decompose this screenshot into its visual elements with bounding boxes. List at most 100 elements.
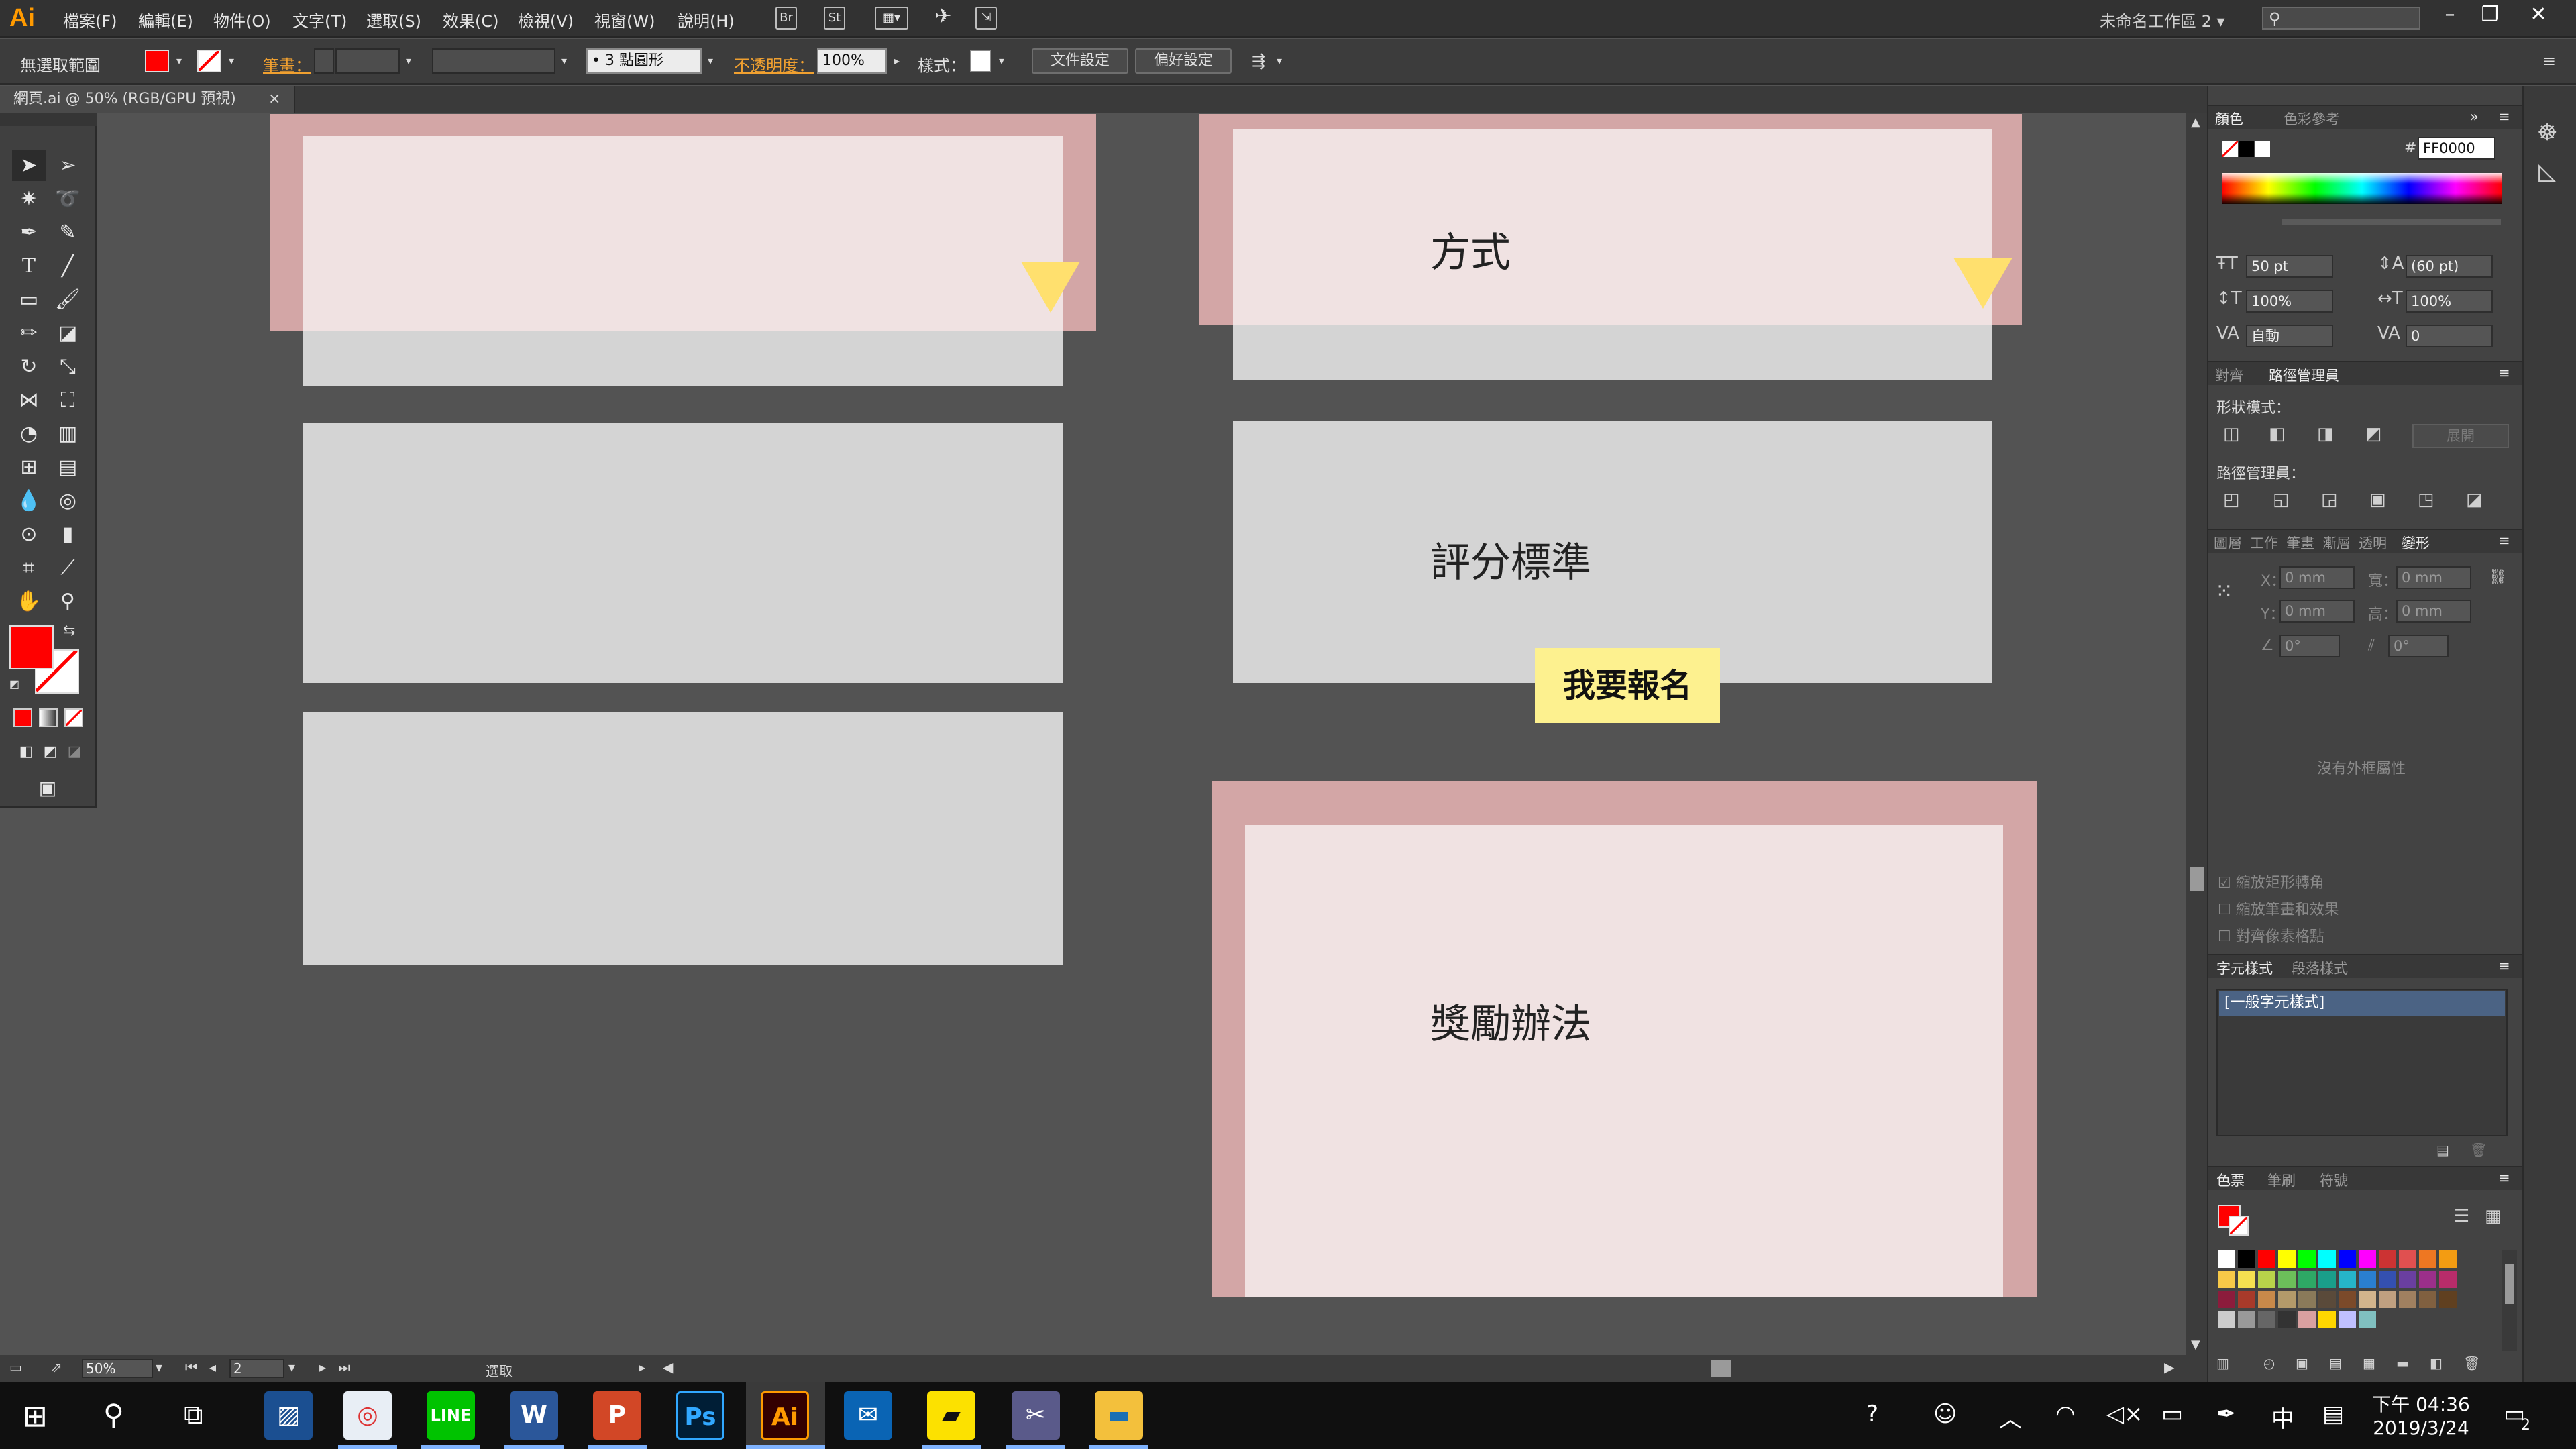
artboard-dropdown-icon[interactable]: ▾	[288, 1359, 295, 1375]
line-app-icon[interactable]: LINE	[427, 1391, 475, 1440]
card-box[interactable]	[1233, 421, 1992, 683]
banner-inner[interactable]	[1233, 129, 1992, 325]
color-swatch[interactable]	[2318, 1271, 2336, 1288]
color-swatch[interactable]	[2278, 1311, 2296, 1328]
stroke-weight-field[interactable]	[335, 48, 400, 74]
tab-paragraph-styles[interactable]: 段落樣式	[2292, 958, 2348, 978]
divide-icon[interactable]: ◰	[2223, 490, 2240, 510]
stroke-panel-link[interactable]: 筆畫：	[263, 52, 311, 76]
prev-artboard-icon[interactable]: ◂	[209, 1359, 216, 1375]
list-view-icon[interactable]: ☰	[2454, 1206, 2469, 1226]
minimize-button[interactable]: –	[2431, 3, 2469, 26]
tab-stroke[interactable]: 筆畫	[2286, 533, 2314, 553]
color-swatch[interactable]	[2419, 1271, 2436, 1288]
task-view-icon[interactable]: ⧉	[184, 1399, 203, 1430]
illustrator-icon[interactable]: Ai	[761, 1391, 809, 1440]
menu-type[interactable]: 文字(T)	[292, 8, 347, 32]
scroll-left-icon[interactable]: ◀	[663, 1359, 673, 1375]
color-swatch[interactable]	[2258, 1271, 2275, 1288]
hand-tool-icon[interactable]: ✋	[12, 586, 46, 617]
artboard-canvas[interactable]: 方式 評分標準 我要報名 獎勵辦法	[98, 113, 2190, 1355]
color-mode-icon[interactable]	[13, 708, 32, 727]
symbol-sprayer-tool-icon[interactable]: ⊙	[12, 519, 46, 550]
opacity-panel-link[interactable]: 不透明度：	[734, 52, 814, 76]
mesh-tool-icon[interactable]: ⊞	[12, 452, 46, 483]
gradient-mode-icon[interactable]	[39, 708, 58, 727]
free-transform-tool-icon[interactable]: ⛶	[51, 385, 85, 416]
color-swatch[interactable]	[2339, 1271, 2356, 1288]
crop-icon[interactable]: ▣	[2369, 490, 2386, 510]
brush-definition[interactable]: • 3 點圓形	[586, 48, 702, 74]
stroke-weight-dropdown-icon[interactable]: ▾	[401, 48, 416, 74]
keyboard-icon[interactable]: ▤	[2322, 1401, 2344, 1428]
checkbox-scale-strokes[interactable]: ☐ 縮放筆畫和效果	[2218, 898, 2339, 919]
tools-panel-header[interactable]	[0, 113, 97, 126]
eyedropper-tool-icon[interactable]: 💧	[12, 486, 46, 517]
scroll-up-icon[interactable]: ▲	[2191, 115, 2200, 129]
color-swatch[interactable]	[2339, 1291, 2356, 1308]
help-tray-icon[interactable]: ?	[1866, 1401, 1878, 1428]
horizontal-scale-field[interactable]: 100%	[2406, 290, 2493, 313]
type-tool-icon[interactable]: T	[12, 251, 46, 282]
swatch-scroll-thumb[interactable]	[2505, 1264, 2514, 1304]
swatch-kind-icon[interactable]: ◴	[2263, 1355, 2275, 1371]
color-swatch[interactable]	[2258, 1311, 2275, 1328]
color-swatch[interactable]	[2298, 1271, 2316, 1288]
tab-pathfinder[interactable]: 路徑管理員	[2269, 365, 2339, 385]
card-title-method[interactable]: 方式	[1430, 220, 1511, 278]
tab-transparency[interactable]: 透明	[2359, 533, 2387, 553]
scroll-right-icon[interactable]: ▶	[2164, 1359, 2174, 1375]
opacity-field[interactable]: 100%	[817, 48, 887, 74]
libraries-icon[interactable]: ◺	[2538, 158, 2556, 185]
color-swatch[interactable]	[2359, 1291, 2376, 1308]
color-themes-icon[interactable]: ☸	[2537, 119, 2557, 146]
tab-brushes[interactable]: 筆刷	[2267, 1170, 2296, 1190]
char-style-item[interactable]: [一般字元樣式]	[2219, 991, 2505, 1016]
arrange-documents-icon[interactable]: ▦▾	[875, 7, 908, 30]
network-app-icon[interactable]: ▨	[264, 1391, 313, 1440]
minus-front-icon[interactable]: ◧	[2269, 424, 2286, 444]
card-box[interactable]	[303, 712, 1063, 965]
gpu-performance-icon[interactable]: ✈	[932, 7, 954, 30]
file-explorer-icon[interactable]: ▬	[1095, 1391, 1143, 1440]
default-colors-icon[interactable]: ◩	[9, 678, 19, 690]
card-title-rewards[interactable]: 獎勵辦法	[1430, 991, 1591, 1050]
color-swatch[interactable]	[2258, 1291, 2275, 1308]
color-swatch[interactable]	[2419, 1291, 2436, 1308]
variable-width-profile[interactable]	[432, 48, 555, 74]
horizontal-scroll-thumb[interactable]	[1711, 1360, 1731, 1377]
color-swatch[interactable]	[2318, 1311, 2336, 1328]
artboard-nav-icon[interactable]: ▭	[9, 1359, 22, 1375]
scale-tool-icon[interactable]: ⤡	[51, 352, 85, 382]
sync-settings-icon[interactable]: ⇲	[975, 7, 997, 30]
tab-color-guide[interactable]: 色彩參考	[2284, 109, 2340, 129]
powerpoint-icon[interactable]: P	[593, 1391, 641, 1440]
magic-wand-tool-icon[interactable]: ✷	[12, 184, 46, 215]
merge-icon[interactable]: ◲	[2321, 490, 2338, 510]
direct-selection-tool-icon[interactable]: ➢	[51, 150, 85, 181]
ime-indicator[interactable]: 中	[2271, 1401, 2294, 1434]
panel-menu-icon[interactable]: ≡	[2498, 958, 2510, 974]
profile-dropdown-icon[interactable]: ▾	[557, 48, 572, 74]
vertical-scrollbar[interactable]: ▲ ▼	[2186, 113, 2207, 1355]
stroke-dropdown-icon[interactable]: ▾	[224, 48, 239, 74]
perspective-grid-tool-icon[interactable]: ▥	[51, 419, 85, 449]
color-swatch[interactable]	[2339, 1250, 2356, 1268]
zoom-dropdown-icon[interactable]: ▾	[156, 1359, 162, 1375]
color-swatch[interactable]	[2399, 1250, 2416, 1268]
color-swatch[interactable]	[2379, 1291, 2396, 1308]
color-swatch[interactable]	[2439, 1291, 2457, 1308]
tab-transform[interactable]: 變形	[2402, 533, 2430, 553]
panel-menu-icon[interactable]: ≡	[2498, 109, 2510, 125]
color-white-swatch[interactable]	[2255, 141, 2270, 157]
arrange-icon[interactable]: ⇶	[1245, 48, 1272, 74]
workspace-switcher[interactable]: 未命名工作區 2 ▾	[2100, 8, 2225, 32]
new-swatch-icon[interactable]: ◧	[2430, 1355, 2443, 1371]
swatch-stroke-indicator[interactable]	[2229, 1216, 2249, 1236]
close-tab-icon[interactable]: ×	[268, 86, 280, 113]
delete-swatch-icon[interactable]: 🗑	[2463, 1355, 2480, 1371]
fill-color-box-front[interactable]	[9, 625, 54, 669]
checkbox-scale-corners[interactable]: ☑ 縮放矩形轉角	[2218, 871, 2324, 892]
tab-swatches[interactable]: 色票	[2216, 1170, 2245, 1190]
zoom-field[interactable]: 50%	[82, 1359, 153, 1378]
